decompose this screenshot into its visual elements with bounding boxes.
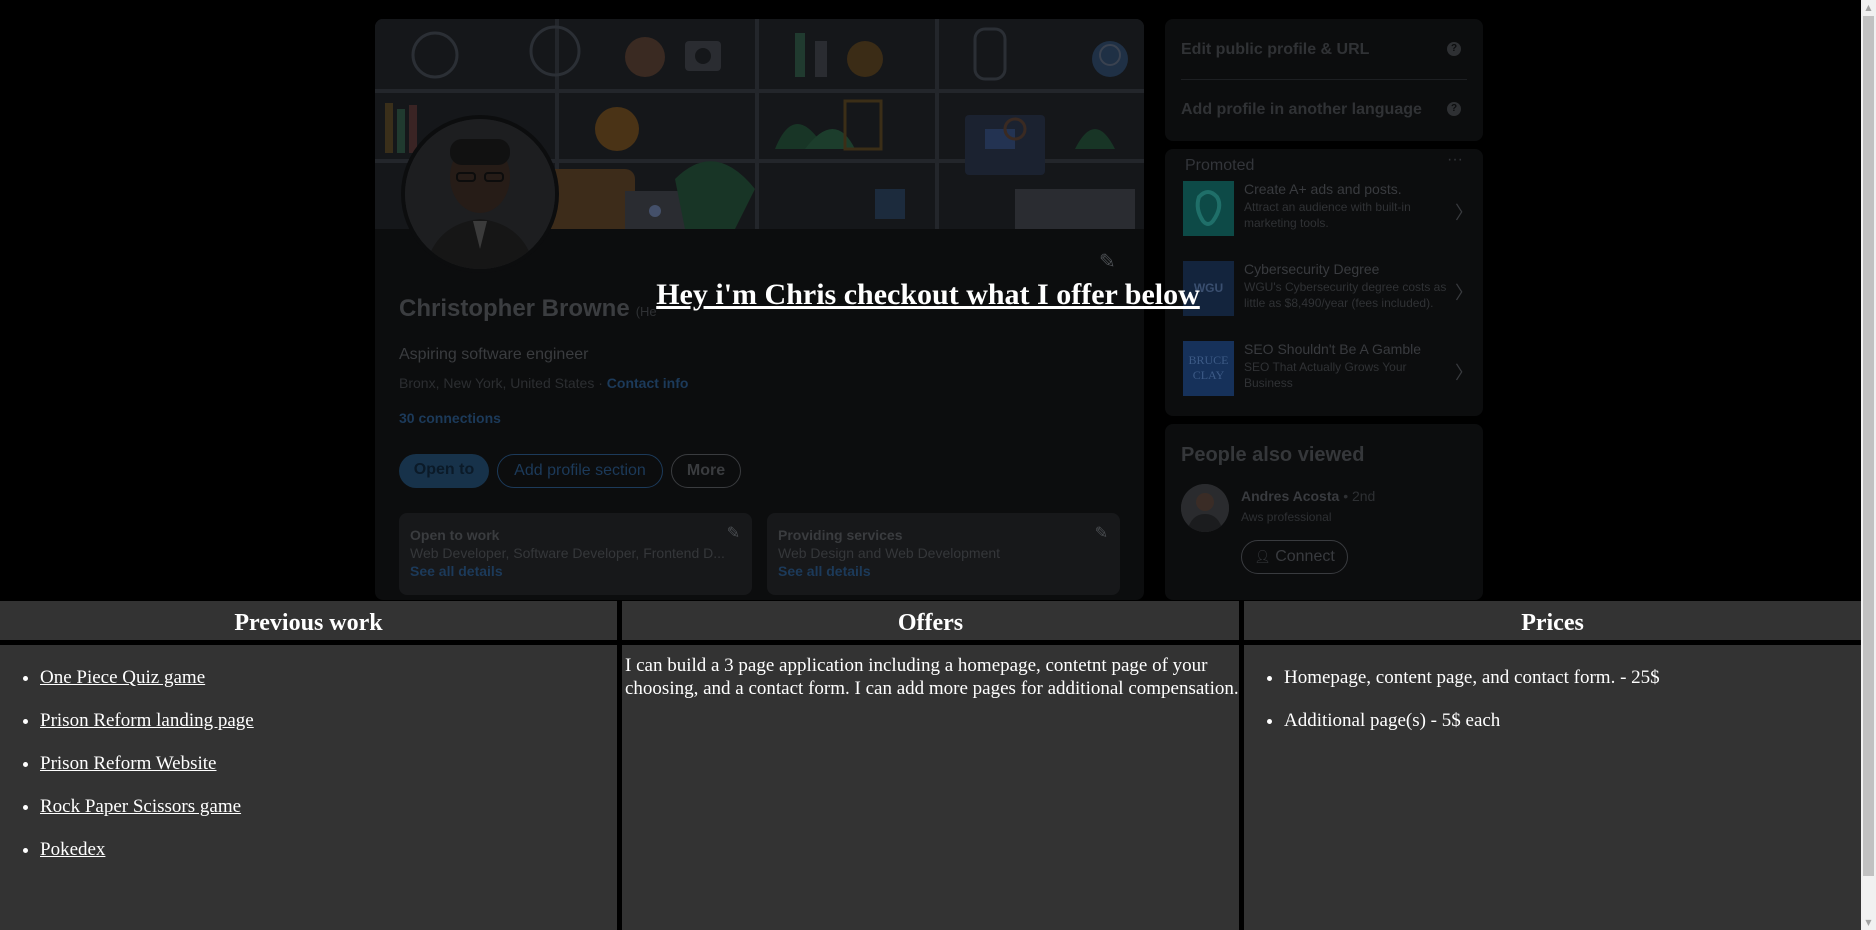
providing-services-box[interactable]: Providing services Web Design and Web De…	[767, 513, 1120, 595]
hero-title: Hey i'm Chris checkout what I offer belo…	[656, 278, 1200, 311]
people-also-viewed-title: People also viewed	[1181, 444, 1365, 466]
project-link-prison-reform-landing[interactable]: Prison Reform landing page	[40, 710, 254, 731]
profile-avatar[interactable]	[401, 115, 559, 273]
offers-heading: Offers	[622, 601, 1239, 645]
connect-button[interactable]: 👤︎ Connect	[1241, 540, 1348, 574]
bruce-clay-logo: BRUCE CLAY	[1183, 341, 1234, 396]
edit-intro-pencil-icon[interactable]: ✎	[1099, 249, 1116, 273]
more-button[interactable]: More	[671, 454, 741, 488]
list-item: Prison Reform landing page	[40, 709, 617, 732]
prices-panel: Prices Homepage, content page, and conta…	[1244, 601, 1861, 930]
offers-text: I can build a 3 page application includi…	[625, 655, 1239, 699]
person-role: Aws professional	[1241, 510, 1332, 524]
scroll-down-arrow-icon[interactable]: ▼	[1861, 915, 1876, 930]
offers-body: I can build a 3 page application includi…	[622, 650, 1239, 930]
add-user-icon: 👤︎	[1254, 549, 1271, 564]
vertical-scrollbar[interactable]: ▲ ▼	[1861, 0, 1876, 930]
scroll-up-arrow-icon[interactable]: ▲	[1861, 0, 1876, 15]
open-to-work-title: Open to work	[410, 527, 500, 543]
previous-work-heading: Previous work	[0, 601, 617, 645]
help-icon[interactable]: ?	[1447, 102, 1461, 116]
scrollbar-thumb[interactable]	[1863, 16, 1874, 876]
list-item: One Piece Quiz game	[40, 666, 617, 689]
open-to-work-detail: Web Developer, Software Developer, Front…	[410, 545, 725, 561]
ad-item[interactable]: BRUCE CLAY SEO Shouldn't Be A Gamble SEO…	[1183, 341, 1473, 399]
providing-services-see-details-link[interactable]: See all details	[778, 563, 1109, 579]
add-profile-section-button[interactable]: Add profile section	[497, 454, 663, 488]
person-name[interactable]: Andres Acosta • 2nd	[1241, 488, 1375, 504]
price-item: Homepage, content page, and contact form…	[1284, 666, 1861, 689]
chevron-right-icon: 〉	[1455, 203, 1473, 223]
price-item: Additional page(s) - 5$ each	[1284, 709, 1861, 732]
ad-title: Cybersecurity Degree	[1244, 261, 1380, 277]
edit-open-to-work-pencil-icon[interactable]: ✎	[727, 523, 740, 542]
public-profile-card: Edit public profile & URL ? Add profile …	[1165, 19, 1483, 141]
promoted-label: Promoted	[1185, 157, 1255, 174]
more-options-icon[interactable]: ···	[1447, 151, 1463, 169]
list-item: Pokedex	[40, 838, 617, 861]
chevron-right-icon: 〉	[1455, 363, 1473, 383]
project-link-prison-reform-website[interactable]: Prison Reform Website	[40, 753, 217, 774]
ad-description: Attract an audience with built-in market…	[1244, 200, 1411, 230]
connections-link[interactable]: 30 connections	[399, 410, 501, 426]
project-link-rock-paper-scissors[interactable]: Rock Paper Scissors game	[40, 796, 241, 817]
providing-services-title: Providing services	[778, 527, 903, 543]
prices-body: Homepage, content page, and contact form…	[1244, 650, 1861, 930]
open-to-work-see-details-link[interactable]: See all details	[410, 563, 741, 579]
ad-description: SEO That Actually Grows Your Business	[1244, 360, 1407, 390]
providing-services-detail: Web Design and Web Development	[778, 545, 1001, 561]
edit-public-profile-link[interactable]: Edit public profile & URL	[1181, 41, 1369, 59]
list-item: Rock Paper Scissors game	[40, 795, 617, 818]
add-language-profile-link[interactable]: Add profile in another language	[1181, 101, 1422, 119]
connection-degree: • 2nd	[1343, 488, 1376, 504]
prices-heading: Prices	[1244, 601, 1861, 645]
profile-headline: Aspiring software engineer	[399, 346, 589, 363]
open-to-work-box[interactable]: Open to work Web Developer, Software Dev…	[399, 513, 752, 595]
help-icon[interactable]: ?	[1447, 42, 1461, 56]
previous-work-panel: Previous work One Piece Quiz game Prison…	[0, 601, 617, 930]
profile-location: Bronx, New York, United States · Contact…	[399, 375, 689, 391]
people-also-viewed-card: People also viewed Andres Acosta • 2nd A…	[1165, 424, 1483, 600]
previous-work-body: One Piece Quiz game Prison Reform landin…	[0, 650, 617, 930]
project-link-one-piece-quiz[interactable]: One Piece Quiz game	[40, 667, 205, 688]
list-item: Prison Reform Website	[40, 752, 617, 775]
divider	[1181, 79, 1467, 80]
offers-panel: Offers I can build a 3 page application …	[622, 601, 1239, 930]
project-link-pokedex[interactable]: Pokedex	[40, 839, 105, 860]
panels-section: Previous work One Piece Quiz game Prison…	[0, 601, 1861, 930]
edit-providing-services-pencil-icon[interactable]: ✎	[1095, 523, 1108, 542]
ad-item[interactable]: Create A+ ads and posts. Attract an audi…	[1183, 181, 1473, 239]
contact-info-link[interactable]: Contact info	[607, 375, 689, 391]
open-to-button[interactable]: Open to	[399, 454, 489, 488]
ad-title: SEO Shouldn't Be A Gamble	[1244, 341, 1422, 357]
prices-list: Homepage, content page, and contact form…	[1244, 666, 1861, 732]
ad-title: Create A+ ads and posts.	[1244, 181, 1402, 197]
previous-work-list: One Piece Quiz game Prison Reform landin…	[0, 666, 617, 861]
ad-logo	[1183, 181, 1234, 236]
person-avatar[interactable]	[1181, 484, 1229, 532]
